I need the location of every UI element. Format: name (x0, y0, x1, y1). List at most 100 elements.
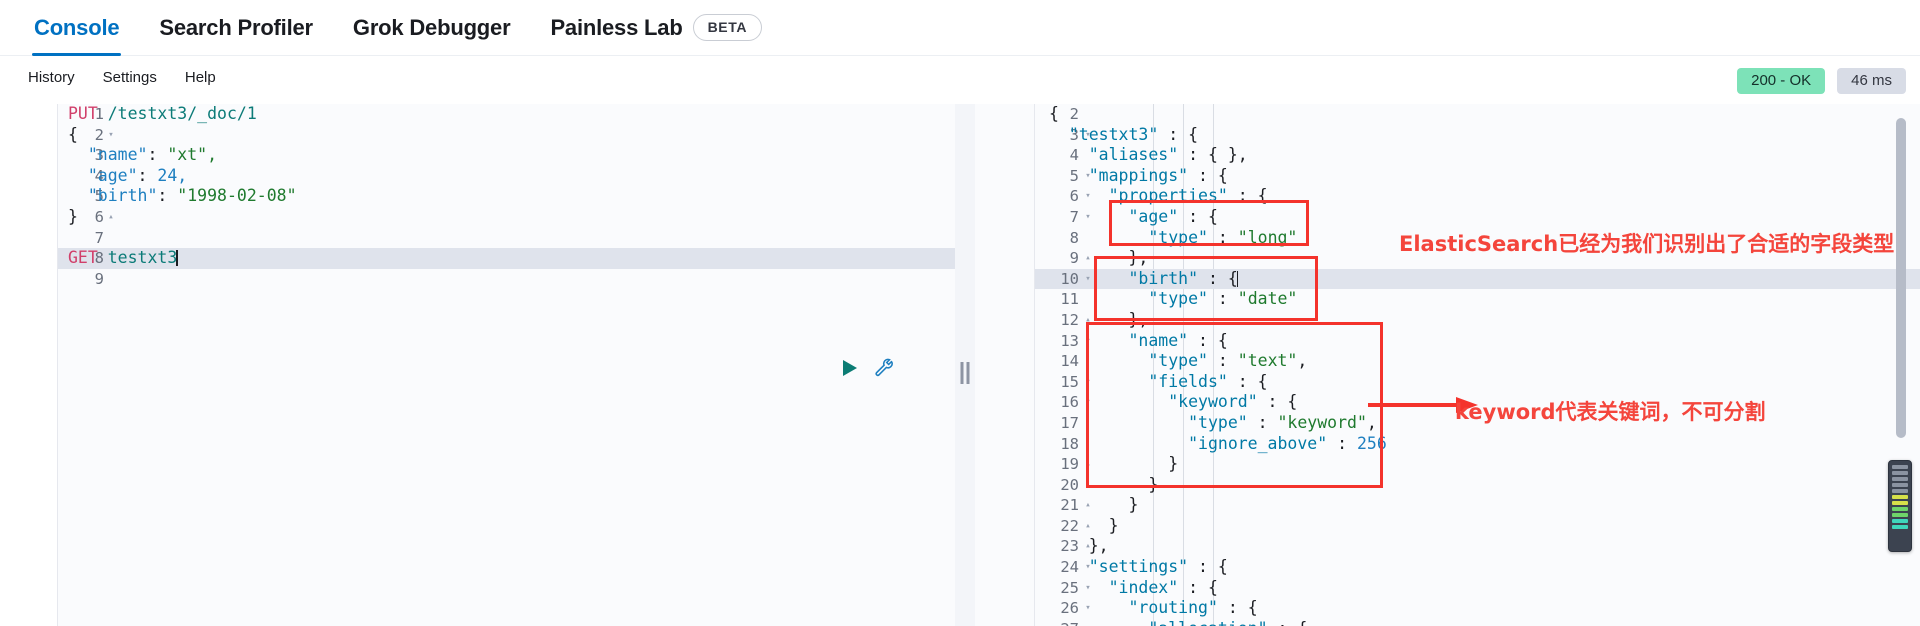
code-text: GET testxt3 (68, 248, 178, 268)
code-text: "name": "xt", (87, 145, 218, 165)
code-text: "type" : "date" (1148, 289, 1298, 309)
play-icon[interactable] (843, 360, 857, 376)
code-line[interactable]: 4 "age": 24, (58, 166, 955, 187)
meter-segment (1892, 483, 1908, 487)
code-line[interactable]: 6 ▾ "properties" : { (1035, 186, 1920, 207)
line-number: 6 (94, 207, 104, 226)
request-editor[interactable]: 1 PUT /testxt3/_doc/1 2 ▾ {3 "name": "xt", 4 … (0, 104, 955, 626)
code-text: "settings" : { (1088, 557, 1228, 577)
code-text: } (68, 206, 78, 226)
meter-segment (1892, 519, 1908, 523)
submenu-item-history[interactable]: History (14, 69, 89, 86)
submenu-item-help[interactable]: Help (171, 69, 230, 86)
code-text: "type" : "long" (1148, 227, 1298, 247)
code-text: "routing" : { (1128, 598, 1258, 618)
pane-divider[interactable] (955, 104, 975, 626)
code-line[interactable]: 27▾ "allocation" : { (1035, 619, 1920, 626)
pane-resize-handle[interactable] (960, 362, 970, 384)
scrollbar-thumb[interactable] (1896, 118, 1906, 438)
code-text: } (1049, 474, 1159, 494)
tab-painless-lab-label: Painless Lab (550, 14, 683, 40)
code-line[interactable]: 8 GET testxt3 (58, 248, 955, 269)
code-line[interactable]: 3 "name": "xt", (58, 145, 955, 166)
level-meter-widget[interactable] (1888, 460, 1912, 552)
meter-segment (1892, 501, 1908, 505)
response-status-group: 200 - OK 46 ms (1737, 68, 1906, 94)
code-text: { (1049, 104, 1059, 123)
code-line[interactable]: 14 "type" : "text", (1035, 351, 1920, 372)
response-code-area[interactable]: 2{3 ▾ "testxt3" : {4 "aliases" : { }, 5 ▾ "… (1035, 104, 1920, 626)
code-line[interactable]: 10 ▾ "birth" : { (1035, 268, 1920, 290)
code-line[interactable]: 5 "birth": "1998-02-08" (58, 186, 955, 207)
code-line[interactable]: 20 ▴ } (1035, 475, 1920, 496)
code-text: "birth": "1998-02-08" (87, 186, 297, 206)
fold-toggle-icon[interactable]: ▾ (105, 125, 117, 146)
code-line[interactable]: 7 ▾ "age" : { (1035, 207, 1920, 228)
code-text: "testxt3" : { (1068, 124, 1199, 144)
meter-segment (1892, 477, 1908, 481)
code-line[interactable]: 12 ▴ }, (1035, 310, 1920, 331)
code-text: }, (1049, 248, 1149, 268)
code-line[interactable]: 11 "type" : "date" (1035, 289, 1920, 310)
code-line[interactable]: 2 ▾ { (58, 125, 955, 146)
code-line[interactable]: 5 ▾ "mappings" : { (1035, 166, 1920, 187)
code-text: "aliases" : { }, (1088, 145, 1248, 165)
request-code-area[interactable]: 1 PUT /testxt3/_doc/1 2 ▾ {3 "name": "xt", 4 … (58, 104, 955, 626)
tab-search-profiler[interactable]: Search Profiler (139, 0, 333, 56)
tab-painless-lab[interactable]: Painless Lab BETA (530, 0, 782, 56)
code-line[interactable]: 6 ▴} (58, 207, 955, 228)
submenu-item-settings[interactable]: Settings (89, 69, 171, 86)
tab-search-profiler-label: Search Profiler (159, 14, 313, 40)
response-time-badge: 46 ms (1837, 68, 1906, 94)
code-text: "index" : { (1108, 577, 1218, 597)
request-gutter (0, 104, 58, 626)
code-text: "keyword" : { (1168, 392, 1298, 412)
code-line[interactable]: 1 PUT /testxt3/_doc/1 (58, 104, 955, 125)
code-text: "name" : { (1128, 330, 1228, 350)
meter-segment (1892, 513, 1908, 517)
tab-grok-debugger-label: Grok Debugger (352, 14, 511, 40)
tab-console[interactable]: Console (14, 0, 139, 56)
code-line[interactable]: 3 ▾ "testxt3" : { (1035, 125, 1920, 146)
handle-bar (966, 362, 970, 384)
meter-segment (1892, 507, 1908, 511)
line-number: 7 (94, 228, 104, 247)
code-text: "mappings" : { (1088, 165, 1228, 185)
tab-console-label: Console (34, 14, 120, 40)
meter-segment (1892, 525, 1908, 529)
code-text: "type" : "text", (1148, 351, 1308, 371)
code-line[interactable]: 23 ▴ }, (1035, 536, 1920, 557)
fold-toggle-icon[interactable]: ▴ (105, 207, 117, 228)
code-line[interactable]: 4 "aliases" : { }, (1035, 145, 1920, 166)
code-text: } (1049, 454, 1179, 474)
meter-segment (1892, 465, 1908, 469)
code-line[interactable]: 13 ▾ "name" : { (1035, 331, 1920, 352)
code-text: }, (1049, 536, 1109, 556)
primary-tabbar: Console Search Profiler Grok Debugger Pa… (0, 0, 1920, 56)
wrench-icon[interactable] (873, 357, 895, 379)
annotation-keyword: keyword代表关键词，不可分割 (1455, 400, 1766, 424)
code-line[interactable]: 26 ▾ "routing" : { (1035, 598, 1920, 619)
code-line[interactable]: 18 "ignore_above" : 256 (1035, 434, 1920, 455)
code-line[interactable]: 15 ▾ "fields" : { (1035, 372, 1920, 393)
code-text: }, (1049, 309, 1149, 329)
code-line[interactable]: 2{ (1035, 104, 1920, 125)
code-text: "properties" : { (1108, 186, 1268, 206)
status-badge: 200 - OK (1737, 68, 1826, 94)
response-editor[interactable]: 2{3 ▾ "testxt3" : {4 "aliases" : { }, 5 ▾ "… (975, 104, 1920, 626)
code-text: "ignore_above" : 256 (1188, 433, 1387, 453)
line-number: 2 (94, 125, 104, 144)
code-line[interactable]: 25 ▾ "index" : { (1035, 578, 1920, 599)
code-line[interactable]: 9 (58, 269, 955, 290)
code-line[interactable]: 21 ▴ } (1035, 495, 1920, 516)
code-line[interactable]: 24 ▾ "settings" : { (1035, 557, 1920, 578)
code-line[interactable]: 19 ▴ } (1035, 454, 1920, 475)
code-text: "age": 24, (87, 165, 188, 185)
request-actions (843, 357, 895, 379)
code-line[interactable]: 22 ▴ } (1035, 516, 1920, 537)
tab-grok-debugger[interactable]: Grok Debugger (333, 0, 531, 56)
code-line[interactable]: 7 (58, 228, 955, 249)
meter-segment (1892, 489, 1908, 493)
code-text: } (1049, 495, 1139, 515)
annotation-field-types: ElasticSearch已经为我们识别出了合适的字段类型 (1399, 232, 1895, 256)
